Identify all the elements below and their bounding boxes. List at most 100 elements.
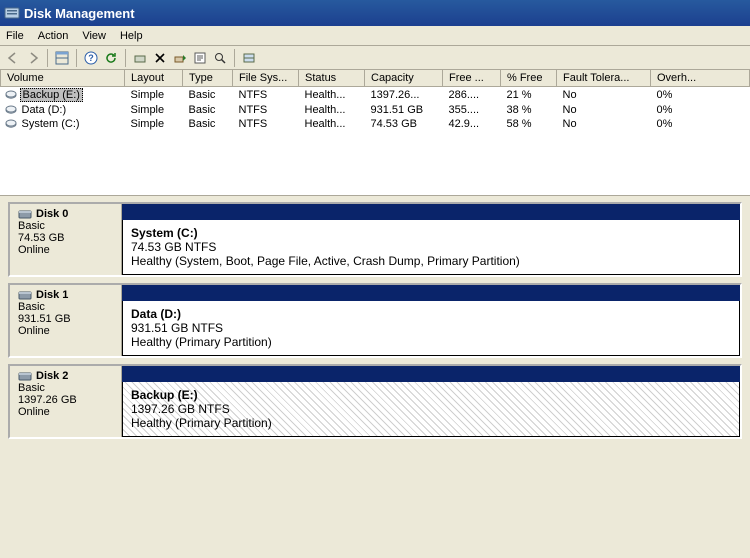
volume-type: Basic [183, 103, 233, 117]
disk-title: Disk 1 [36, 289, 68, 301]
volume-type: Basic [183, 117, 233, 131]
menubar: File Action View Help [0, 26, 750, 46]
disk-status: Online [18, 244, 113, 256]
volume-overhead: 0% [651, 103, 750, 117]
col-overhead[interactable]: Overh... [651, 70, 750, 87]
partition-status: Healthy (Primary Partition) [131, 416, 272, 430]
partition-name: Data (D:) [131, 307, 181, 321]
partition-block[interactable]: Data (D:)931.51 GB NTFSHealthy (Primary … [122, 301, 740, 356]
col-filesys[interactable]: File Sys... [233, 70, 299, 87]
disk-title: Disk 0 [36, 208, 68, 220]
volume-status: Health... [299, 117, 365, 131]
settings-button[interactable] [240, 49, 258, 67]
volume-capacity: 74.53 GB [365, 117, 443, 131]
col-type[interactable]: Type [183, 70, 233, 87]
volume-fault: No [557, 87, 651, 104]
partition-block[interactable]: Backup (E:)1397.26 GB NTFSHealthy (Prima… [122, 382, 740, 437]
disk-icon [18, 289, 32, 301]
toolbar-separator [47, 49, 48, 67]
disk-status: Online [18, 406, 113, 418]
toolbar-separator [234, 49, 235, 67]
partition-name: System (C:) [131, 226, 198, 240]
volume-icon [5, 104, 17, 116]
volume-status: Health... [299, 87, 365, 104]
window-title: Disk Management [24, 6, 135, 21]
volume-name: System (C:) [20, 118, 82, 130]
col-status[interactable]: Status [299, 70, 365, 87]
disk-icon [18, 370, 32, 382]
menu-help[interactable]: Help [120, 30, 143, 42]
disk-type: Basic [18, 220, 113, 232]
volume-capacity: 1397.26... [365, 87, 443, 104]
volume-fs: NTFS [233, 103, 299, 117]
volume-list[interactable]: Volume Layout Type File Sys... Status Ca… [0, 70, 750, 195]
volume-row[interactable]: Data (D:)SimpleBasicNTFSHealth...931.51 … [1, 103, 750, 117]
col-fault[interactable]: Fault Tolera... [557, 70, 651, 87]
view-panes-button[interactable] [53, 49, 71, 67]
toolbar: ? [0, 46, 750, 70]
volume-layout: Simple [125, 87, 183, 104]
partition-block[interactable]: System (C:)74.53 GB NTFSHealthy (System,… [122, 220, 740, 275]
rescan-button[interactable] [171, 49, 189, 67]
volume-table: Volume Layout Type File Sys... Status Ca… [0, 70, 750, 131]
menu-action[interactable]: Action [38, 30, 69, 42]
partition-header-bar [122, 366, 740, 382]
forward-button [24, 49, 42, 67]
volume-layout: Simple [125, 117, 183, 131]
col-pctfree[interactable]: % Free [501, 70, 557, 87]
volume-icon [5, 118, 17, 130]
volume-free: 42.9... [443, 117, 501, 131]
col-capacity[interactable]: Capacity [365, 70, 443, 87]
refresh-button[interactable] [102, 49, 120, 67]
volume-capacity: 931.51 GB [365, 103, 443, 117]
partition-header-bar [122, 204, 740, 220]
help-button[interactable]: ? [82, 49, 100, 67]
disk-size: 74.53 GB [18, 232, 113, 244]
volume-free: 355.... [443, 103, 501, 117]
volume-name: Data (D:) [20, 104, 69, 116]
back-button [4, 49, 22, 67]
disk-size: 1397.26 GB [18, 394, 113, 406]
app-icon [4, 5, 20, 21]
volume-fault: No [557, 103, 651, 117]
disk-row[interactable]: Disk 0Basic74.53 GBOnline System (C:)74.5… [8, 202, 742, 277]
search-button[interactable] [211, 49, 229, 67]
disk-info: Disk 2Basic1397.26 GBOnline [10, 366, 122, 437]
partition-area[interactable]: Backup (E:)1397.26 GB NTFSHealthy (Prima… [122, 366, 740, 437]
volume-overhead: 0% [651, 117, 750, 131]
disk-type: Basic [18, 301, 113, 313]
partition-status: Healthy (System, Boot, Page File, Active… [131, 254, 520, 268]
volume-fs: NTFS [233, 87, 299, 104]
delete-button[interactable] [151, 49, 169, 67]
volume-overhead: 0% [651, 87, 750, 104]
disk-map[interactable]: Disk 0Basic74.53 GBOnlineSystem (C:)74.5… [0, 195, 750, 558]
disk-type: Basic [18, 382, 113, 394]
volume-type: Basic [183, 87, 233, 104]
partition-area[interactable]: System (C:)74.53 GB NTFSHealthy (System,… [122, 204, 740, 275]
toolbar-separator [125, 49, 126, 67]
volume-row[interactable]: System (C:)SimpleBasicNTFSHealth...74.53… [1, 117, 750, 131]
volume-pctfree: 21 % [501, 87, 557, 104]
disk-size: 931.51 GB [18, 313, 113, 325]
col-layout[interactable]: Layout [125, 70, 183, 87]
disk-row[interactable]: Disk 1Basic931.51 GBOnlineData (D:)931.5… [8, 283, 742, 358]
col-volume[interactable]: Volume [1, 70, 125, 87]
menu-file[interactable]: File [6, 30, 24, 42]
new-volume-button[interactable] [131, 49, 149, 67]
volume-name: Backup (E:) [20, 88, 83, 102]
partition-name: Backup (E:) [131, 388, 198, 402]
volume-pctfree: 38 % [501, 103, 557, 117]
partition-area[interactable]: Data (D:)931.51 GB NTFSHealthy (Primary … [122, 285, 740, 356]
volume-row[interactable]: Backup (E:) SimpleBasicNTFSHealth...1397.… [1, 87, 750, 104]
col-free[interactable]: Free ... [443, 70, 501, 87]
volume-icon [5, 89, 17, 101]
disk-row[interactable]: Disk 2Basic1397.26 GBOnlineBackup (E:)13… [8, 364, 742, 439]
volume-free: 286.... [443, 87, 501, 104]
partition-size: 74.53 GB NTFS [131, 240, 216, 254]
menu-view[interactable]: View [82, 30, 106, 42]
properties-button[interactable] [191, 49, 209, 67]
partition-header-bar [122, 285, 740, 301]
svg-text:?: ? [88, 53, 94, 63]
disk-info: Disk 1Basic931.51 GBOnline [10, 285, 122, 356]
disk-title: Disk 2 [36, 370, 68, 382]
